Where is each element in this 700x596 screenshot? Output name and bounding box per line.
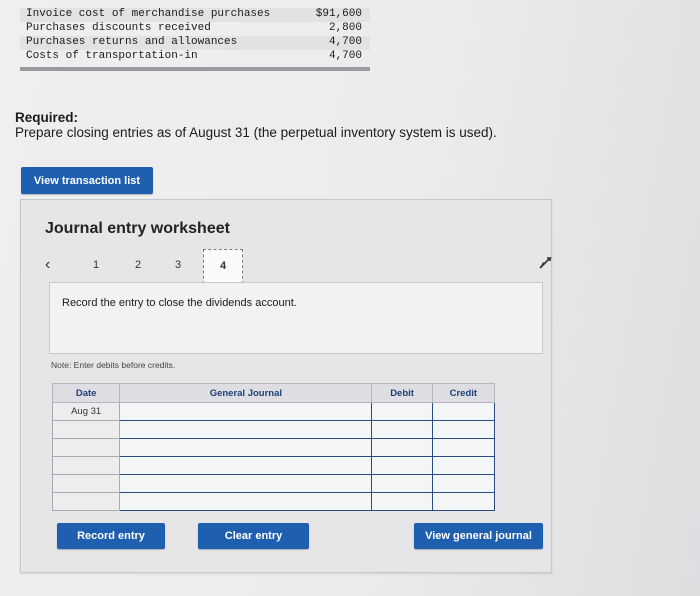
data-amount: 2,800	[328, 22, 362, 34]
date-cell	[51, 474, 121, 493]
data-row: Purchases returns and allowances 4,700	[20, 36, 370, 50]
date-cell	[51, 438, 121, 457]
page-4-tab[interactable]: 4	[203, 249, 243, 284]
table-row	[51, 456, 496, 475]
page-3-tab[interactable]: 3	[171, 259, 185, 271]
worksheet-pager: ‹ 1 2 3 4	[45, 249, 265, 284]
table-row: Aug 31	[51, 402, 496, 421]
view-general-journal-button[interactable]: View general journal	[414, 523, 543, 549]
date-cell	[51, 456, 121, 475]
clear-entry-button[interactable]: Clear entry	[198, 523, 309, 549]
debit-input[interactable]	[371, 456, 433, 475]
problem-data-table: Invoice cost of merchandise purchases $9…	[20, 8, 370, 64]
credit-column-header: Credit	[431, 383, 496, 403]
entry-note: Note: Enter debits before credits.	[51, 360, 176, 370]
view-transaction-list-button[interactable]: View transaction list	[21, 167, 153, 194]
general-journal-column-header: General Journal	[119, 383, 373, 403]
worksheet-title: Journal entry worksheet	[45, 220, 230, 237]
data-amount: $91,600	[315, 8, 362, 20]
data-label: Purchases discounts received	[26, 22, 211, 34]
date-cell	[51, 420, 121, 439]
data-label: Invoice cost of merchandise purchases	[26, 8, 271, 20]
prompt-text: Record the entry to close the dividends …	[62, 297, 297, 309]
page-1-tab[interactable]: 1	[89, 259, 103, 271]
debit-input[interactable]	[371, 402, 433, 421]
chevron-left-icon[interactable]: ‹	[45, 256, 50, 274]
table-row	[51, 492, 496, 511]
table-row	[51, 474, 496, 493]
account-input[interactable]	[119, 420, 373, 439]
mouse-pointer-icon	[539, 257, 552, 269]
debit-column-header: Debit	[371, 383, 433, 403]
data-label: Costs of transportation-in	[26, 50, 198, 62]
data-row: Invoice cost of merchandise purchases $9…	[20, 8, 370, 22]
date-cell	[51, 492, 121, 511]
data-row: Purchases discounts received 2,800	[20, 22, 370, 36]
data-label: Purchases returns and allowances	[26, 36, 238, 48]
journal-entry-worksheet: Journal entry worksheet ‹ 1 2 3 4 Record…	[20, 199, 552, 573]
table-row	[51, 420, 496, 439]
debit-input[interactable]	[371, 420, 433, 439]
credit-input[interactable]	[431, 402, 496, 421]
data-amount: 4,700	[328, 50, 362, 62]
credit-input[interactable]	[431, 492, 496, 511]
table-row	[51, 438, 496, 457]
date-column-header: Date	[51, 383, 121, 403]
debit-input[interactable]	[371, 438, 433, 457]
credit-input[interactable]	[431, 456, 496, 475]
table-divider	[20, 67, 370, 71]
credit-input[interactable]	[431, 420, 496, 439]
credit-input[interactable]	[431, 438, 496, 457]
required-heading: Required:	[15, 110, 79, 125]
data-row: Costs of transportation-in 4,700	[20, 50, 370, 64]
credit-input[interactable]	[431, 474, 496, 493]
required-section: Required: Prepare closing entries as of …	[15, 110, 497, 140]
entry-prompt: Record the entry to close the dividends …	[49, 282, 543, 354]
record-entry-button[interactable]: Record entry	[57, 523, 165, 549]
debit-input[interactable]	[371, 492, 433, 511]
account-input[interactable]	[119, 438, 373, 457]
journal-table: Date General Journal Debit Credit Aug 31	[51, 383, 496, 511]
debit-input[interactable]	[371, 474, 433, 493]
account-input[interactable]	[119, 456, 373, 475]
account-input[interactable]	[119, 492, 373, 511]
data-amount: 4,700	[328, 36, 362, 48]
required-text: Prepare closing entries as of August 31 …	[15, 125, 497, 140]
account-input[interactable]	[119, 474, 373, 493]
date-cell: Aug 31	[51, 402, 121, 421]
account-input[interactable]	[119, 402, 373, 421]
page-2-tab[interactable]: 2	[131, 259, 145, 271]
